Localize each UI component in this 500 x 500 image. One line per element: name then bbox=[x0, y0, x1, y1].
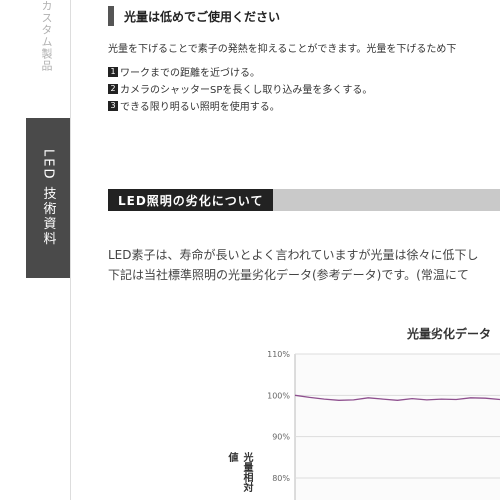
degradation-chart: 110% 100% 90% 80% bbox=[267, 350, 500, 500]
y-tick-label: 80% bbox=[272, 474, 290, 483]
y-tick-label: 100% bbox=[267, 391, 290, 400]
y-tick-label: 90% bbox=[272, 433, 290, 442]
y-tick-label: 110% bbox=[267, 350, 290, 359]
